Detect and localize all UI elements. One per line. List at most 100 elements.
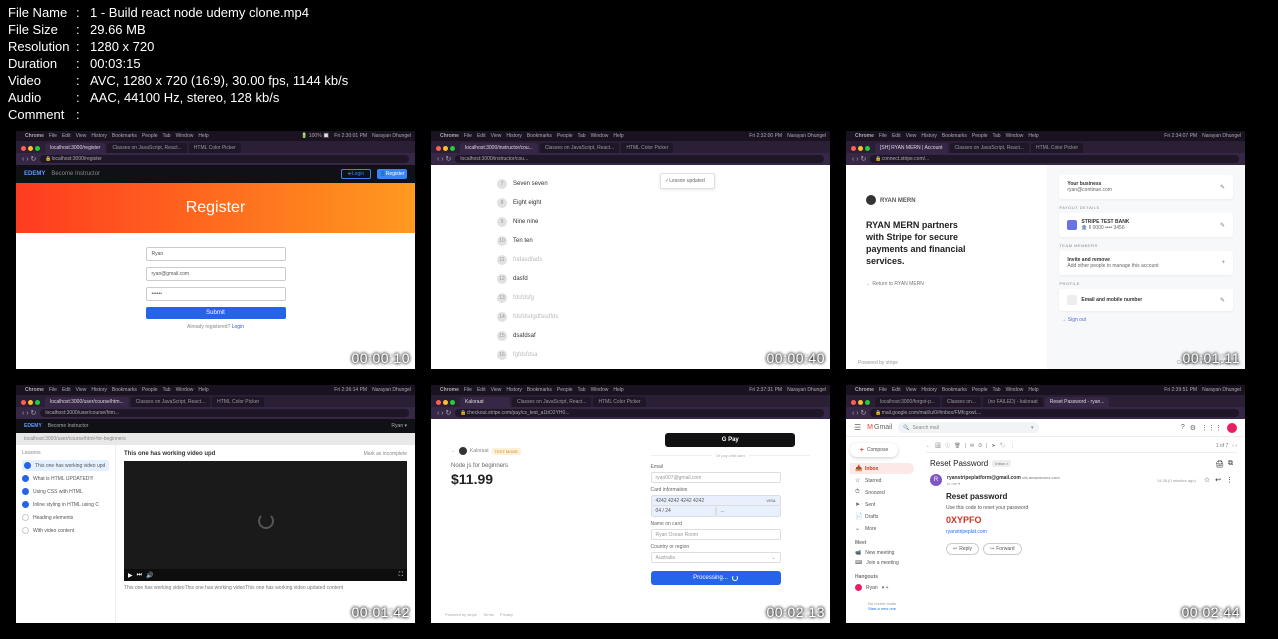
list-item[interactable]: 9Nine nine bbox=[497, 217, 637, 227]
country-select[interactable]: Australia⌄ bbox=[651, 552, 781, 563]
email-subject: Reset Password bbox=[930, 459, 988, 468]
profile-card[interactable]: Email and mobile number✎ bbox=[1059, 289, 1233, 311]
merchant-icon bbox=[866, 195, 876, 205]
return-link[interactable]: ← Return to RYAN MERN bbox=[866, 281, 1031, 287]
gmail-logo[interactable]: M Gmail bbox=[867, 424, 892, 431]
new-meeting[interactable]: 📹New meeting bbox=[850, 548, 914, 558]
url-field[interactable]: 🔒 localhost:3000/register bbox=[40, 155, 409, 163]
list-item[interactable]: 8Eight eight bbox=[497, 198, 637, 208]
label-starred[interactable]: ☆Starred bbox=[850, 475, 914, 486]
sidebar-item[interactable]: Heading elements bbox=[22, 514, 109, 521]
popout-icon[interactable]: ⧉ bbox=[1228, 460, 1233, 468]
label-more[interactable]: ⌄More bbox=[850, 523, 914, 534]
sender-avatar: R bbox=[930, 474, 942, 486]
mac-menubar: ChromeFileEditViewHistoryBookmarksPeople… bbox=[16, 131, 415, 141]
browser-tabs: localhost:3000/register Classes on JavaS… bbox=[16, 141, 415, 153]
reset-code: 0XYPFO bbox=[946, 515, 1217, 525]
thumbnail-6: ChromeFileEditViewHistoryBookmarksPeople… bbox=[846, 385, 1245, 623]
address-bar: ‹ › ↻ 🔒 localhost:3000/register bbox=[16, 153, 415, 165]
video-player[interactable]: ▶⏭🔊⛶ bbox=[124, 461, 407, 581]
reply-button[interactable]: ↩ Reply bbox=[946, 543, 979, 555]
lesson-description: This one has working videoThis one has w… bbox=[124, 585, 407, 591]
label-inbox[interactable]: 📥Inbox bbox=[850, 463, 914, 474]
register-button[interactable]: 👤 Register bbox=[377, 169, 407, 179]
list-item[interactable]: 14fdsfdsdgdfasdfds bbox=[497, 312, 637, 322]
thumbnail-1: ChromeFileEditViewHistoryBookmarksPeople… bbox=[16, 131, 415, 369]
compose-button[interactable]: +Compose bbox=[850, 443, 898, 457]
become-instructor-link[interactable]: Become Instructor bbox=[48, 423, 89, 429]
back-link[interactable]: ←KaloraatTEST MODE bbox=[451, 447, 611, 455]
user-menu[interactable]: Ryan ▾ bbox=[391, 423, 407, 429]
loading-spinner-icon bbox=[258, 513, 274, 529]
price: $11.99 bbox=[451, 471, 611, 487]
page-title: Register bbox=[186, 199, 246, 217]
edit-icon[interactable]: ✎ bbox=[1220, 184, 1225, 191]
help-icon[interactable]: ? bbox=[1181, 424, 1185, 431]
pay-button[interactable]: Processing... bbox=[651, 571, 781, 585]
list-item[interactable]: 16fgfdsfdsa bbox=[497, 350, 637, 360]
already-registered-text: Already registered? Login bbox=[146, 324, 286, 330]
logo[interactable]: EDEMY bbox=[24, 171, 45, 177]
email-input[interactable]: ryan@gmail.com bbox=[146, 267, 286, 281]
password-input[interactable]: •••••• bbox=[146, 287, 286, 301]
stripe-footer: Powered by stripe ContactEnglish (US) ‹ bbox=[858, 360, 1233, 366]
list-item[interactable]: 10Ten ten bbox=[497, 236, 637, 246]
sidebar-item[interactable]: With video content bbox=[22, 527, 109, 534]
cvc-input[interactable]: ... bbox=[716, 506, 781, 517]
email-body: Reset password Use this code to reset yo… bbox=[926, 486, 1237, 561]
breadcrumb: localhost:3000/user/course/html-for-begi… bbox=[16, 433, 415, 445]
mark-complete-link[interactable]: Mark as incomplete bbox=[364, 451, 407, 457]
list-item[interactable]: 11fndasdfads bbox=[497, 255, 637, 265]
label-snoozed[interactable]: ⏱Snoozed bbox=[850, 487, 914, 498]
sidebar-item[interactable]: This one has working video upd bbox=[22, 460, 109, 471]
file-metadata: File Name:1 - Build react node udemy clo… bbox=[0, 0, 1278, 131]
merchant-name: RYAN MERN bbox=[880, 198, 916, 204]
sidebar-item[interactable]: Using CSS with HTML bbox=[22, 488, 109, 495]
label-drafts[interactable]: 📄Drafts bbox=[850, 511, 914, 522]
lessons-sidebar: Lessons This one has working video upd W… bbox=[16, 445, 116, 623]
app-header: EDEMY Become Instructor ⎆ Login 👤 Regist… bbox=[16, 165, 415, 183]
stripe-heading: RYAN MERN partners with Stripe for secur… bbox=[866, 219, 976, 267]
login-button[interactable]: ⎆ Login bbox=[341, 169, 371, 179]
video-controls[interactable]: ▶⏭🔊⛶ bbox=[124, 569, 407, 581]
forward-button[interactable]: ↪ Forward bbox=[983, 543, 1022, 555]
become-instructor-link[interactable]: Become Instructor bbox=[51, 171, 100, 177]
label-sent[interactable]: ➤Sent bbox=[850, 499, 914, 510]
bank-card[interactable]: STRIPE TEST BANK🏦 ll 0000 •••• 3456✎ bbox=[1059, 213, 1233, 237]
sidebar-item[interactable]: What is HTML UPDATED!!! bbox=[22, 475, 109, 482]
signout-link[interactable]: → Sign out bbox=[1059, 317, 1233, 323]
toast-notification: ✓ Lesson updated bbox=[660, 173, 715, 189]
profile-avatar[interactable] bbox=[1227, 423, 1237, 433]
tab[interactable]: HTML Color Picker bbox=[189, 143, 241, 153]
email-input[interactable]: ryan007@gmail.com bbox=[651, 472, 781, 483]
join-meeting[interactable]: ⌨Join a meeting bbox=[850, 558, 914, 568]
tab[interactable]: localhost:3000/register bbox=[45, 143, 105, 153]
card-number-input[interactable]: 4242 4242 4242 4242VISA bbox=[651, 495, 781, 506]
expiry-input[interactable]: 04 / 24 bbox=[651, 506, 716, 517]
apps-icon[interactable]: ⋮⋮⋮ bbox=[1201, 424, 1222, 432]
email-toolbar: ←🗄ⓘ🗑|✉⏱|➤🏷⋮ 1 of 7‹ › bbox=[926, 441, 1237, 453]
back-icon[interactable]: ← bbox=[926, 443, 931, 449]
settings-icon[interactable]: ⚙ bbox=[1190, 424, 1196, 432]
list-item[interactable]: 13fdsfdsfg bbox=[497, 293, 637, 303]
list-item[interactable]: 12dasfd bbox=[497, 274, 637, 284]
team-card[interactable]: Invite and removeAdd other people to man… bbox=[1059, 251, 1233, 275]
name-input[interactable]: Ryan bbox=[146, 247, 286, 261]
tab[interactable]: Classes on JavaScript, React... bbox=[107, 143, 186, 153]
register-form: Ryan ryan@gmail.com •••••• Submit Alread… bbox=[146, 247, 286, 330]
list-item[interactable]: 7Seven seven bbox=[497, 179, 637, 189]
submit-button[interactable]: Submit bbox=[146, 307, 286, 319]
business-card[interactable]: Your businessryan@continue.com ✎ bbox=[1059, 175, 1233, 199]
login-link[interactable]: Login bbox=[232, 324, 244, 330]
list-item[interactable]: 15dsafdsaf bbox=[497, 331, 637, 341]
menu-icon[interactable]: ☰ bbox=[854, 423, 861, 432]
lesson-title: This one has working video upd bbox=[124, 451, 215, 457]
gpay-button[interactable]: G Pay bbox=[665, 433, 795, 447]
product-title: Node js for beginners bbox=[451, 463, 611, 469]
search-input[interactable]: 🔍 Search mail▾ bbox=[898, 422, 1038, 433]
sidebar-item[interactable]: Inline styling in HTML using C bbox=[22, 501, 109, 508]
lessons-list: 7Seven seven 8Eight eight 9Nine nine 10T… bbox=[497, 179, 637, 369]
thumbnail-2: ChromeFileEditViewHistoryBookmarksPeople… bbox=[431, 131, 830, 369]
print-icon[interactable]: 🖨 bbox=[1215, 460, 1224, 468]
name-input[interactable]: Ryan Ocean Room bbox=[651, 529, 781, 540]
